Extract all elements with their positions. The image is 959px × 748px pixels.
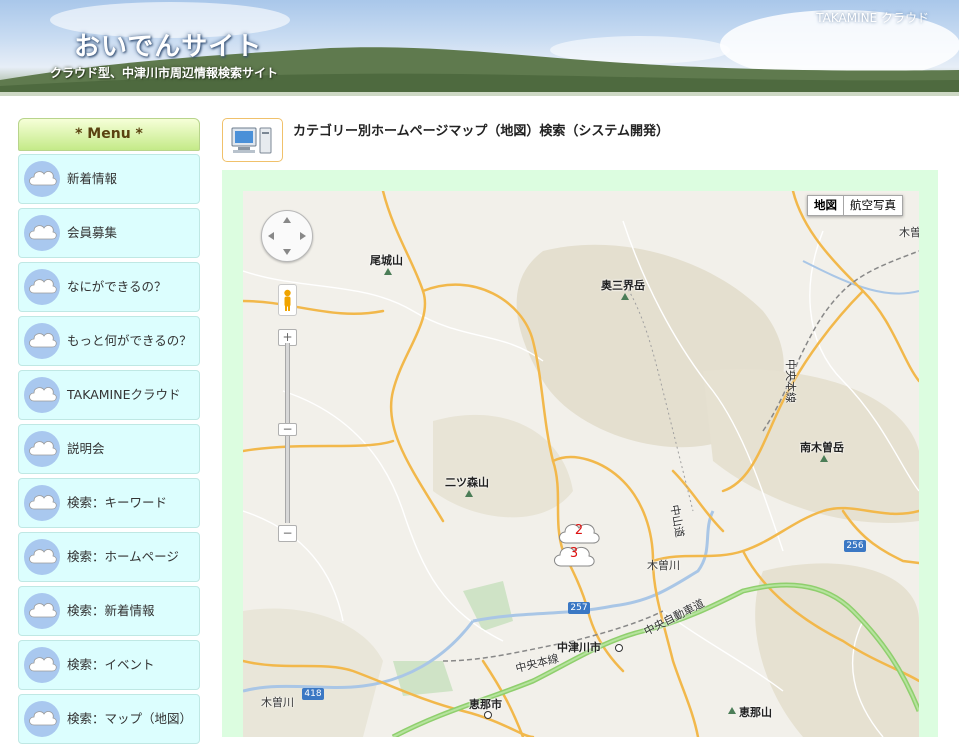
place-kiso: 木曽	[899, 226, 919, 239]
cloud-icon	[24, 323, 60, 359]
map-type-control: 地図 航空写真	[807, 195, 903, 216]
menu-item-label: TAKAMINEクラウド	[67, 387, 181, 402]
menu-item-label: 検索：イベント	[67, 657, 155, 672]
menu-item[interactable]: 検索：イベント	[18, 640, 200, 690]
zoom-slider-handle[interactable]: −	[278, 423, 297, 436]
peak-icon	[384, 268, 392, 275]
marker-number: 3	[569, 546, 579, 561]
label-chuo-line-east: 中央本線	[784, 359, 797, 403]
menu-item-label: 検索：ホームページ	[67, 549, 179, 564]
menu-item[interactable]: 検索：ホームページ	[18, 532, 200, 582]
menu-item-label: 会員募集	[67, 225, 118, 240]
city-dot-icon	[484, 711, 492, 719]
cloud-icon	[24, 539, 60, 575]
peak-icon	[820, 455, 828, 462]
menu-item-label: 検索：キーワード	[67, 495, 168, 510]
sidebar: * Menu * 新着情報会員募集なにができるの？ もっと何ができるの？ TAKAM…	[18, 118, 200, 748]
map-marker[interactable]: 3	[549, 540, 599, 572]
place-obiyama: 尾城山	[370, 254, 403, 267]
cloud-icon	[24, 593, 60, 629]
route-shield-257: 257	[568, 602, 590, 614]
menu-item[interactable]: 検索：新着情報	[18, 586, 200, 636]
menu-item[interactable]: なにができるの？	[18, 262, 200, 312]
site-subtitle: クラウド型、中津川市周辺情報検索サイト	[50, 66, 279, 80]
peak-icon	[728, 707, 736, 714]
cloud-icon	[24, 215, 60, 251]
zoom-out-button[interactable]: −	[278, 525, 297, 542]
pegman-icon[interactable]	[278, 284, 297, 316]
cloud-icon	[24, 485, 60, 521]
menu-item-label: 新着情報	[67, 171, 118, 186]
cloud-icon	[24, 647, 60, 683]
menu-title: * Menu *	[18, 118, 200, 151]
menu-item[interactable]: TAKAMINEクラウド	[18, 370, 200, 420]
menu-item-label: 説明会	[67, 441, 105, 456]
page-title: カテゴリー別ホームページマップ（地図）検索（システム開発）	[293, 124, 669, 139]
route-shield-256: 256	[844, 540, 866, 552]
map-view[interactable]: 尾城山 奥三界岳 二ツ森山 南木曽岳 中津川市 恵那市 恵那山 木曽川 木曽川 …	[243, 191, 919, 737]
menu-item-label: 検索：新着情報	[67, 603, 155, 618]
menu-item-label: もっと何ができるの？	[67, 333, 192, 348]
menu-item[interactable]: 説明会	[18, 424, 200, 474]
header-banner: おいでんサイト クラウド型、中津川市周辺情報検索サイト TAKAMINE クラウ…	[0, 0, 959, 96]
marker-number: 2	[574, 523, 584, 538]
menu-item[interactable]: 会員募集	[18, 208, 200, 258]
site-title[interactable]: おいでんサイト	[74, 26, 262, 63]
place-okusankaidake: 奥三界岳	[601, 279, 645, 292]
city-dot-icon	[615, 644, 623, 652]
peak-icon	[621, 293, 629, 300]
cloud-icon	[24, 701, 60, 737]
map-type-satellite-button[interactable]: 航空写真	[844, 196, 902, 215]
cloud-icon	[24, 377, 60, 413]
place-kisogawa-east: 木曽川	[647, 559, 680, 572]
map-type-map-button[interactable]: 地図	[808, 196, 844, 215]
computer-icon	[222, 118, 283, 162]
cloud-icon	[24, 431, 60, 467]
pan-control[interactable]	[261, 210, 313, 262]
place-ena-city: 恵那市	[469, 698, 502, 711]
map-terrain	[243, 191, 919, 737]
menu-item[interactable]: 検索：キーワード	[18, 478, 200, 528]
route-shield-418: 418	[302, 688, 324, 700]
cloud-icon	[24, 269, 60, 305]
brand-label[interactable]: TAKAMINE クラウド	[816, 9, 929, 26]
cloud-icon	[24, 161, 60, 197]
menu-list: 新着情報会員募集なにができるの？ もっと何ができるの？ TAKAMINEクラウド 説明…	[18, 154, 200, 744]
menu-item[interactable]: もっと何ができるの？	[18, 316, 200, 366]
place-enasan: 恵那山	[739, 706, 772, 719]
place-kisogawa-west: 木曽川	[261, 696, 294, 709]
place-minamikisodake: 南木曽岳	[800, 441, 844, 454]
menu-item-label: なにができるの？	[67, 279, 167, 294]
menu-item-label: 検索：マップ（地図）	[67, 711, 193, 726]
menu-item[interactable]: 新着情報	[18, 154, 200, 204]
place-futatsumoriyama: 二ツ森山	[445, 476, 489, 489]
peak-icon	[465, 490, 473, 497]
place-nakatsugawa-city: 中津川市	[557, 641, 601, 654]
